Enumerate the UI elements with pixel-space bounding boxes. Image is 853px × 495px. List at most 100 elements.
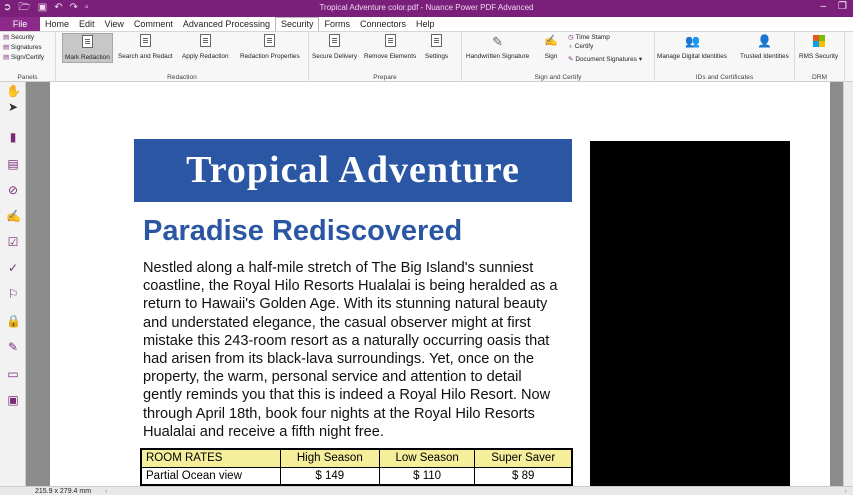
room-rates-table: ROOM RATES High Season Low Season Super …: [140, 448, 573, 486]
status-bar: 215.9 x 279.4 mm ‹ ›: [0, 486, 853, 495]
left-tool-strip: ✋ ➤ ▮ ▤ ⊘ ✍ ☑ ✓ ⚐ 🔒 ✎ ▭ ▣: [0, 82, 26, 495]
body-line: coastline, the Royal Hilo Resorts Hualal…: [143, 278, 558, 295]
scroll-right-icon[interactable]: ›: [845, 487, 847, 495]
body-line: mistake this 243-room resort as a natura…: [143, 332, 550, 349]
menu-forms[interactable]: Forms: [319, 17, 355, 31]
menu-view[interactable]: View: [100, 17, 129, 31]
rms-security-button[interactable]: RMS Security: [799, 34, 838, 60]
select-arrow-icon[interactable]: ➤: [6, 100, 20, 114]
redaction-group: Mark Redaction Search and Redact Apply R…: [56, 32, 309, 82]
security-panel-icon: ▤: [3, 34, 10, 41]
remove-elements-button[interactable]: Remove Elements: [364, 34, 416, 60]
article-heading: Paradise Rediscovered: [143, 215, 463, 247]
bookmarks-icon[interactable]: ▮: [6, 130, 20, 144]
body-line: had arisen from its black-lava surroundi…: [143, 351, 535, 368]
menu-security[interactable]: Security: [274, 17, 320, 31]
table-cell: Partial Ocean view: [140, 466, 281, 486]
handwritten-signature-icon[interactable]: ✎: [6, 340, 20, 354]
apply-redaction-button[interactable]: Apply Redaction: [182, 34, 229, 60]
security-lock-icon[interactable]: 🔒: [6, 314, 21, 328]
table-header-cell: High Season: [279, 448, 380, 468]
sign-certify-group-label: Sign and Certify: [534, 74, 582, 81]
table-cell: $ 89: [474, 466, 573, 486]
clock-icon: ◷: [568, 34, 574, 41]
window-title: Tropical Adventure color.pdf - Nuance Po…: [319, 3, 534, 12]
panel-sign-certify[interactable]: ▤ Sign/Certify: [3, 53, 44, 62]
table-cell: $ 110: [378, 466, 476, 486]
body-line: and understated elegance, the casual obs…: [143, 314, 531, 331]
panel-signatures[interactable]: ▤ Signatures: [3, 43, 42, 52]
minimize-icon[interactable]: –: [820, 1, 826, 12]
comments-icon[interactable]: ▭: [6, 367, 20, 381]
document-signatures-button[interactable]: ✎ Document Signatures ▾: [568, 55, 643, 64]
drm-group-label: DRM: [811, 74, 828, 81]
body-line: Hualalai and receive a fifth night free.: [143, 423, 384, 440]
sign-certify-group: ✎ Handwritten Signature ✍ Sign ◷ Time St…: [462, 32, 655, 82]
table-header-row: ROOM RATES High Season Low Season Super …: [140, 448, 573, 468]
menu-help[interactable]: Help: [411, 17, 440, 31]
document-view[interactable]: Tropical Adventure Paradise Rediscovered…: [27, 82, 843, 486]
signatures-icon: ▤: [3, 44, 10, 51]
banner-title: Tropical Adventure: [134, 139, 572, 202]
checkmark-icon[interactable]: ✓: [6, 261, 20, 275]
window-controls: – ❐: [820, 1, 847, 12]
signatures-panel-icon[interactable]: ✍: [6, 209, 21, 223]
menu-home[interactable]: Home: [40, 17, 74, 31]
table-header-cell: Super Saver: [474, 448, 573, 468]
sign-certify-icon: ▤: [3, 54, 10, 61]
redaction-group-label: Redaction: [167, 74, 197, 81]
ids-group-label: IDs and Certificates: [695, 74, 754, 81]
ids-certificates-group: 👥 Manage Digital Identities 👤 Trusted Id…: [655, 32, 795, 82]
stamp-icon[interactable]: ⚐: [6, 287, 20, 301]
page-size-readout: 215.9 x 279.4 mm: [35, 488, 92, 495]
form-fields-icon[interactable]: ☑: [6, 235, 20, 249]
pen-icon: ✎: [492, 34, 504, 49]
menu-edit[interactable]: Edit: [74, 17, 100, 31]
table-cell: $ 149: [279, 466, 380, 486]
body-line: through April 18th, book four nights at …: [143, 405, 535, 422]
search-and-redact-button[interactable]: Search and Redact: [118, 34, 173, 60]
hand-icon[interactable]: ✋: [6, 84, 21, 98]
trusted-identities-icon: 👤: [757, 34, 773, 48]
ribbon: ▤ Security ▤ Signatures ▤ Sign/Certify P…: [0, 32, 853, 82]
table-row: Partial Ocean view $ 149 $ 110 $ 89: [140, 466, 573, 486]
document-signatures-icon: ✎: [568, 56, 574, 63]
remove-elements-icon: [383, 34, 397, 49]
menu-advanced-processing[interactable]: Advanced Processing: [178, 17, 275, 31]
secure-delivery-button[interactable]: Secure Delivery: [312, 34, 357, 60]
attachments-icon[interactable]: ⊘: [6, 183, 20, 197]
title-bar: ➲ 🗁 ▣ ↶ ↷ ▫ Tropical Adventure color.pdf…: [0, 0, 853, 17]
trusted-identities-button[interactable]: 👤 Trusted Identities: [740, 34, 789, 60]
article-body: Nestled along a half-mile stretch of The…: [143, 259, 573, 441]
certify-icon: ♁: [568, 43, 573, 50]
dropdown-arrow-icon: ▾: [638, 56, 643, 63]
pages-icon[interactable]: ▤: [6, 157, 20, 171]
prepare-group-label: Prepare: [373, 74, 397, 81]
body-line: Nestled along a half-mile stretch of The…: [143, 260, 534, 276]
search-redact-icon: [138, 34, 152, 49]
menu-connectors[interactable]: Connectors: [355, 17, 411, 31]
settings-button[interactable]: Settings: [425, 34, 448, 60]
redaction-box[interactable]: [590, 141, 790, 486]
sign-button[interactable]: ✍ Sign: [544, 34, 558, 60]
handwritten-signature-button[interactable]: ✎ Handwritten Signature: [466, 34, 529, 60]
redaction-properties-button[interactable]: Redaction Properties: [240, 34, 300, 60]
mark-redaction-button[interactable]: Mark Redaction: [62, 33, 113, 63]
restore-icon[interactable]: ❐: [838, 1, 847, 12]
table-header-cell: ROOM RATES: [140, 448, 281, 468]
power-pdf-window: ➲ 🗁 ▣ ↶ ↷ ▫ Tropical Adventure color.pdf…: [0, 0, 853, 495]
panel-security[interactable]: ▤ Security: [3, 33, 34, 42]
pdf-page[interactable]: Tropical Adventure Paradise Rediscovered…: [50, 82, 830, 486]
redaction-properties-icon: [263, 34, 277, 49]
body-line: gently reminds you that this is indeed a…: [143, 387, 551, 404]
manage-digital-identities-button[interactable]: 👥 Manage Digital Identities: [657, 34, 727, 60]
vertical-scrollbar[interactable]: [843, 82, 853, 486]
menu-file[interactable]: File: [0, 17, 40, 31]
time-stamp-button[interactable]: ◷ Time Stamp: [568, 33, 610, 42]
sign-icon: ✍: [544, 35, 558, 47]
certify-button[interactable]: ♁ Certify: [568, 43, 593, 50]
redaction-panel-icon[interactable]: ▣: [6, 393, 20, 407]
scroll-left-icon[interactable]: ‹: [105, 487, 107, 495]
menu-comment[interactable]: Comment: [129, 17, 178, 31]
body-line: property, the warm, personal service and…: [143, 369, 522, 386]
